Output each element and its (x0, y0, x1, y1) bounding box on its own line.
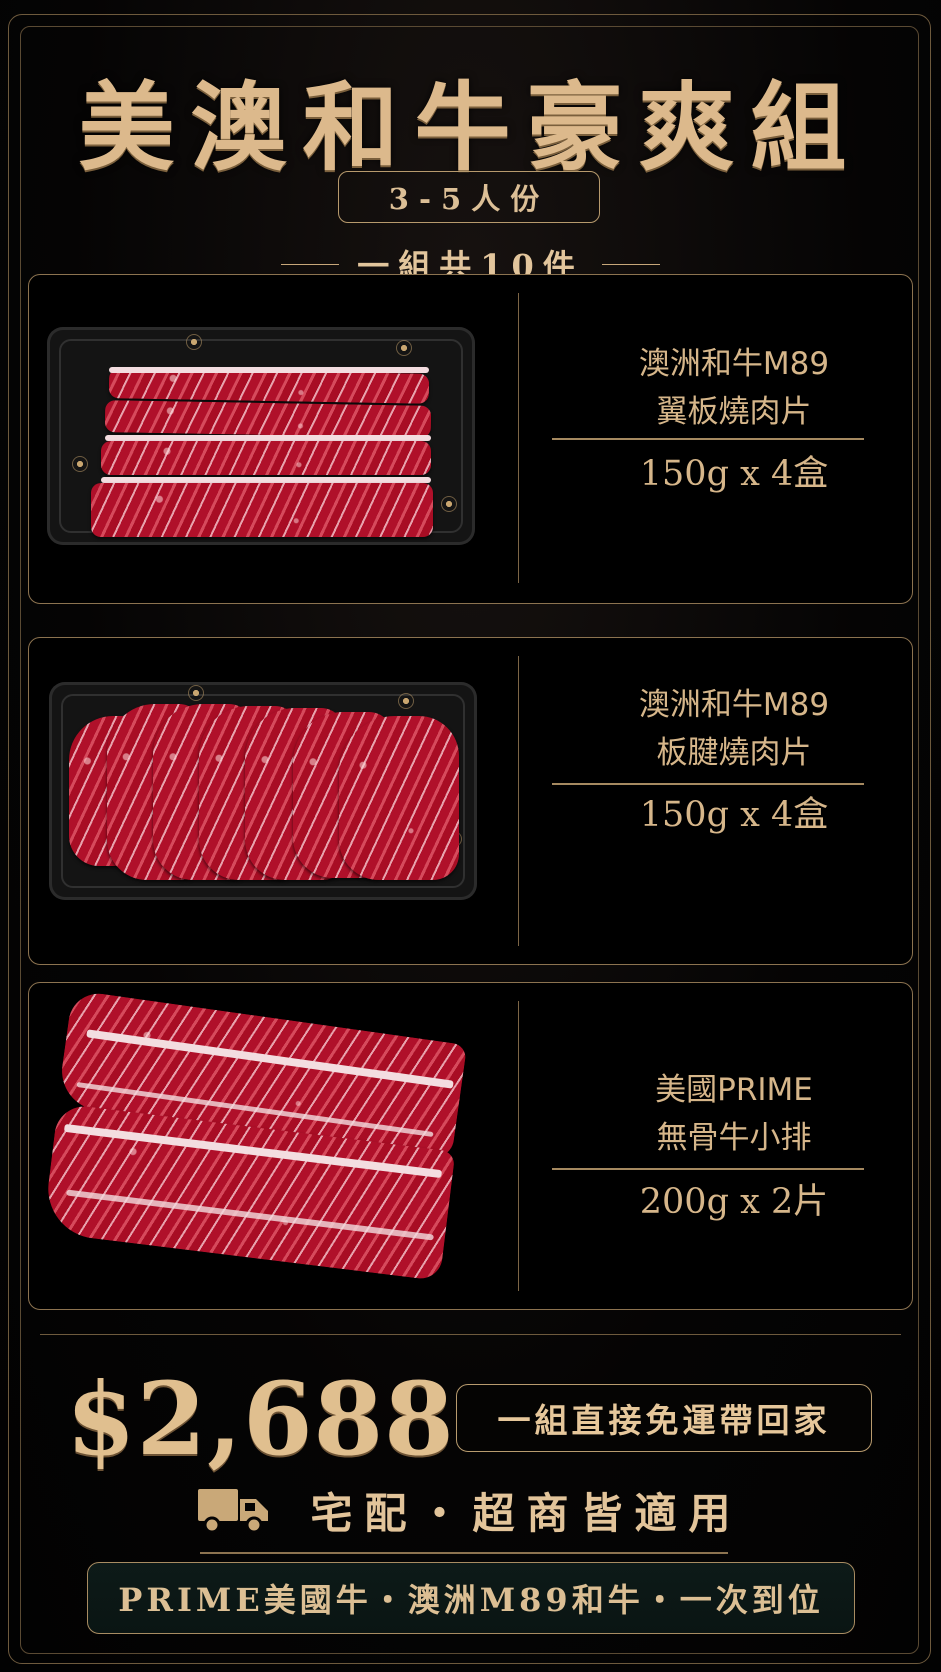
product-name-rule (552, 1168, 864, 1170)
product-name-line1: 澳洲和牛M89 (638, 687, 830, 723)
divider-line (601, 263, 660, 265)
product-name-line2: 板腱燒肉片 (656, 735, 812, 771)
product-card[interactable]: 澳洲和牛M89 翼板燒肉片 150g x 4盒 (28, 274, 913, 604)
product-name-line2: 翼板燒肉片 (656, 394, 812, 430)
product-card[interactable]: 澳洲和牛M89 板腱燒肉片 150g x 4盒 (28, 637, 913, 965)
product-image-wagyu-oyster-blade (49, 682, 479, 902)
delivery-row: 宅配・超商皆適用 (0, 1476, 941, 1544)
product-name-line1: 美國PRIME (655, 1072, 813, 1108)
delivery-text: 宅配・超商皆適用 (310, 1488, 743, 1538)
product-image-prime-short-rib (42, 989, 495, 1297)
serving-size-badge: 3-5人份 (338, 171, 600, 223)
price: $2,688 (66, 1360, 455, 1478)
card-divider (518, 656, 519, 946)
promo-page: 美澳和牛豪爽組 3-5人份 一組共10件 澳洲和牛M89 翼板燒肉片 150g … (0, 0, 941, 1672)
delivery-divider (200, 1552, 728, 1554)
card-divider (518, 293, 519, 583)
product-name-line1: 澳洲和牛M89 (638, 346, 830, 382)
product-name-rule (552, 783, 864, 785)
free-shipping-badge: 一組直接免運帶回家 (456, 1384, 872, 1452)
page-title: 美澳和牛豪爽組 (78, 71, 863, 184)
bottom-banner: PRIME美國牛・澳洲M89和牛・一次到位 (87, 1562, 855, 1634)
divider-line (281, 263, 340, 265)
product-name-line2: 無骨牛小排 (656, 1120, 812, 1156)
product-quantity: 150g x 4盒 (639, 454, 829, 494)
product-name-rule (552, 438, 864, 440)
product-image-wagyu-flank (47, 327, 477, 547)
product-quantity: 150g x 4盒 (639, 795, 829, 835)
section-divider (40, 1334, 901, 1335)
product-quantity: 200g x 2片 (639, 1182, 829, 1222)
truck-icon (198, 1485, 270, 1535)
card-divider (518, 1001, 519, 1291)
product-card[interactable]: 美國PRIME 無骨牛小排 200g x 2片 (28, 982, 913, 1310)
